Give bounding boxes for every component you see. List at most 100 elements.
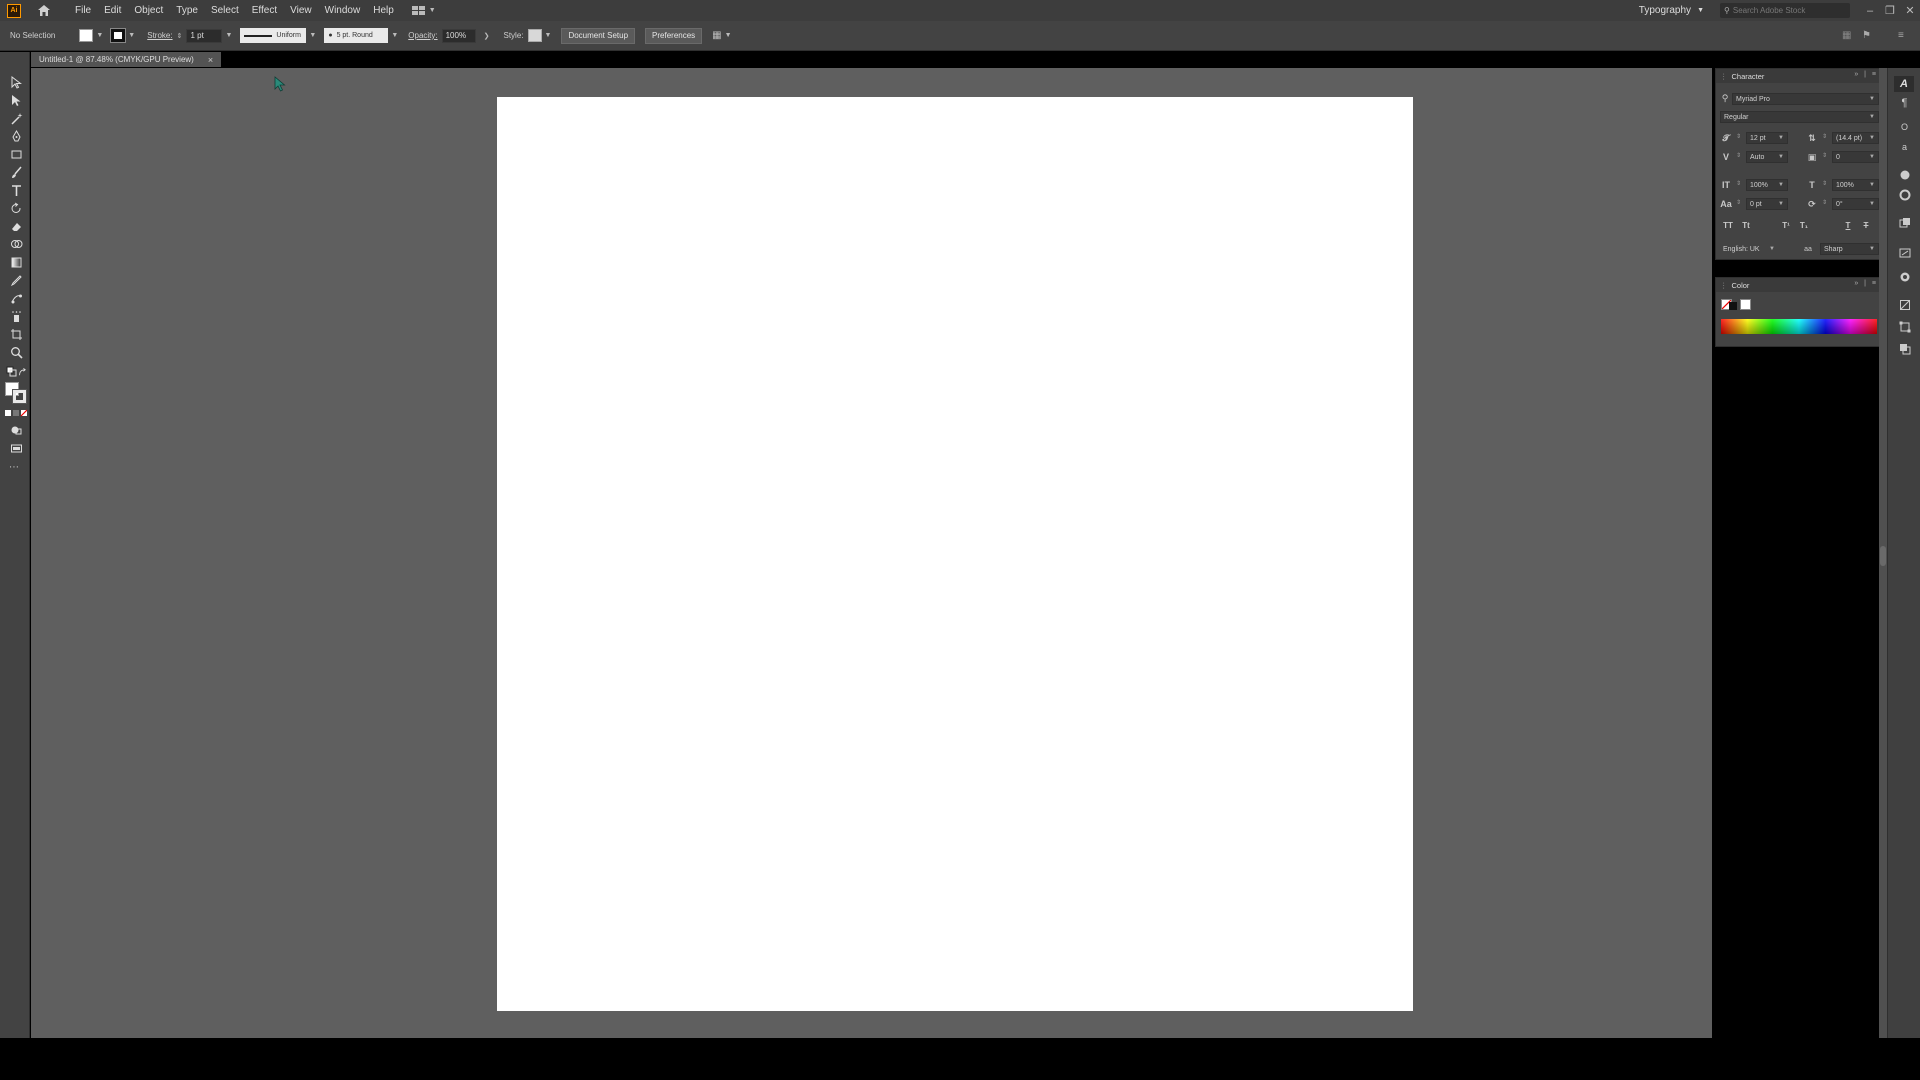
character-panel-header[interactable]: ⋮ Character » | ≡ bbox=[1716, 69, 1882, 83]
vertical-scale-field[interactable]: 100% ▼ bbox=[1746, 179, 1788, 191]
tracking-field[interactable]: 0 ▼ bbox=[1832, 151, 1879, 163]
paragraph-panel-icon[interactable]: ¶ bbox=[1898, 96, 1911, 109]
stepper-icon[interactable]: ⇕ bbox=[1736, 199, 1741, 206]
horizontal-scale-field[interactable]: 100% ▼ bbox=[1832, 179, 1879, 191]
color-mode-icons[interactable] bbox=[5, 406, 27, 420]
stepper-icon[interactable]: ⇕ bbox=[1822, 180, 1827, 187]
stroke-color-box[interactable] bbox=[12, 389, 27, 404]
opacity-label[interactable]: Opacity: bbox=[408, 31, 437, 40]
restore-button[interactable]: ❐ bbox=[1880, 0, 1900, 21]
close-tab-icon[interactable]: × bbox=[208, 55, 213, 65]
menu-window[interactable]: Window bbox=[325, 5, 361, 16]
swatches-panel-icon[interactable] bbox=[1898, 216, 1911, 229]
white-swatch[interactable] bbox=[1740, 299, 1751, 310]
document-tab[interactable]: Untitled-1 @ 87.48% (CMYK/GPU Preview) × bbox=[31, 52, 222, 67]
chevron-down-icon[interactable]: ▼ bbox=[545, 32, 552, 39]
variable-width-profile[interactable]: Uniform bbox=[240, 28, 307, 43]
underline-icon[interactable]: T bbox=[1842, 219, 1854, 231]
panel-menu-icon[interactable]: » | ≡ bbox=[1854, 71, 1878, 78]
color-panel-header[interactable]: ⋮ Color » | ≡ bbox=[1716, 278, 1882, 292]
menu-edit[interactable]: Edit bbox=[104, 5, 121, 16]
menu-effect[interactable]: Effect bbox=[252, 5, 277, 16]
direct-selection-tool-icon[interactable] bbox=[9, 93, 23, 107]
character-panel-icon[interactable]: A bbox=[1894, 76, 1914, 92]
menu-file[interactable]: File bbox=[75, 5, 91, 16]
eraser-tool-icon[interactable] bbox=[9, 219, 23, 233]
scrollbar-thumb[interactable] bbox=[1880, 546, 1886, 566]
stepper-icon[interactable]: ⇕ bbox=[1736, 180, 1741, 187]
menu-select[interactable]: Select bbox=[211, 5, 239, 16]
kerning-field[interactable]: Auto ▼ bbox=[1746, 151, 1788, 163]
shape-builder-tool-icon[interactable] bbox=[9, 237, 23, 251]
fill-swatch[interactable] bbox=[79, 29, 94, 42]
stepper-icon[interactable]: ⇕ bbox=[1736, 133, 1741, 140]
brushes-panel-icon[interactable] bbox=[1898, 246, 1911, 259]
canvas-area[interactable] bbox=[31, 68, 1712, 1038]
menu-view[interactable]: View bbox=[290, 5, 312, 16]
blend-tool-icon[interactable] bbox=[9, 291, 23, 305]
chevron-down-icon[interactable]: ▼ bbox=[391, 32, 398, 39]
stroke-swatch[interactable] bbox=[110, 28, 127, 43]
document-setup-button[interactable]: Document Setup bbox=[561, 27, 636, 44]
pen-tool-icon[interactable] bbox=[9, 129, 23, 143]
symbols-panel-icon[interactable] bbox=[1898, 270, 1911, 283]
gradient-tool-icon[interactable] bbox=[9, 255, 23, 269]
stepper-icon[interactable]: ⇕ bbox=[1736, 152, 1741, 159]
paintbrush-tool-icon[interactable] bbox=[9, 165, 23, 179]
strikethrough-icon[interactable]: T bbox=[1860, 219, 1872, 231]
chevron-down-icon[interactable]: ▼ bbox=[309, 32, 316, 39]
stepper-icon[interactable]: ⇕ bbox=[177, 32, 183, 40]
superscript-icon[interactable]: T¹ bbox=[1780, 219, 1792, 231]
chevron-down-icon[interactable]: ▼ bbox=[725, 32, 732, 39]
menu-icon[interactable]: ≡ bbox=[1898, 30, 1904, 41]
artboard-tool-icon[interactable] bbox=[9, 327, 23, 341]
layers-panel-icon[interactable] bbox=[1898, 342, 1911, 355]
rotate-tool-icon[interactable] bbox=[9, 201, 23, 215]
stepper-icon[interactable]: ⇕ bbox=[1822, 133, 1827, 140]
baseline-shift-field[interactable]: 0 pt ▼ bbox=[1746, 198, 1788, 210]
stepper-icon[interactable]: ⇕ bbox=[1822, 199, 1827, 206]
arrange-documents-button[interactable]: ▼ bbox=[411, 6, 436, 15]
font-size-field[interactable]: 12 pt ▼ bbox=[1746, 132, 1788, 144]
menu-type[interactable]: Type bbox=[176, 5, 198, 16]
language-field[interactable]: English: UK ▼ bbox=[1720, 243, 1778, 255]
opentype-panel-icon[interactable]: O bbox=[1898, 120, 1911, 133]
zoom-tool-icon[interactable] bbox=[9, 345, 23, 359]
search-input[interactable]: ⚲ Search Adobe Stock bbox=[1720, 3, 1850, 18]
stroke-label[interactable]: Stroke: bbox=[147, 31, 172, 40]
glyphs-panel-icon[interactable]: a bbox=[1898, 140, 1911, 153]
transform-panel-icon[interactable] bbox=[1898, 320, 1911, 333]
font-style-field[interactable]: Regular ▼ bbox=[1720, 111, 1879, 123]
home-icon[interactable] bbox=[33, 3, 55, 19]
edit-toolbar-icon[interactable]: ⋯ bbox=[9, 462, 20, 473]
character-rotation-field[interactable]: 0° ▼ bbox=[1832, 198, 1879, 210]
align-icon[interactable]: ▦ bbox=[712, 30, 721, 41]
default-fill-stroke-icon[interactable] bbox=[5, 365, 19, 379]
type-tool-icon[interactable] bbox=[9, 183, 23, 197]
menu-object[interactable]: Object bbox=[134, 5, 163, 16]
small-caps-icon[interactable]: Tt bbox=[1740, 219, 1752, 231]
rectangle-tool-icon[interactable] bbox=[9, 147, 23, 161]
menu-help[interactable]: Help bbox=[373, 5, 394, 16]
black-swatch[interactable] bbox=[1729, 302, 1737, 310]
stroke-weight-field[interactable]: 1 pt bbox=[186, 28, 223, 43]
color-panel-icon[interactable] bbox=[1898, 168, 1911, 181]
eyedropper-tool-icon[interactable] bbox=[9, 273, 23, 287]
chevron-down-icon[interactable]: ▼ bbox=[96, 32, 103, 39]
preferences-button[interactable]: Preferences bbox=[645, 27, 703, 44]
flag-icon[interactable]: ⚑ bbox=[1862, 30, 1871, 41]
color-guide-icon[interactable] bbox=[1898, 188, 1911, 201]
minimize-button[interactable]: – bbox=[1860, 0, 1880, 21]
artboard[interactable] bbox=[497, 97, 1413, 1011]
stepper-icon[interactable]: ⇕ bbox=[1822, 152, 1827, 159]
font-family-field[interactable]: Myriad Pro ▼ bbox=[1732, 93, 1879, 105]
all-caps-icon[interactable]: TT bbox=[1722, 219, 1734, 231]
chevron-down-icon[interactable]: ▼ bbox=[225, 32, 232, 39]
chevron-down-icon[interactable]: ▼ bbox=[128, 32, 135, 39]
arrange-icon[interactable]: ▦ bbox=[1842, 30, 1851, 41]
opacity-field[interactable]: 100% bbox=[441, 28, 476, 43]
close-window-button[interactable]: ✕ bbox=[1900, 0, 1920, 21]
graphic-style-swatch[interactable] bbox=[527, 29, 542, 42]
screen-mode-icon[interactable] bbox=[9, 441, 23, 455]
symbol-sprayer-tool-icon[interactable] bbox=[9, 309, 23, 323]
